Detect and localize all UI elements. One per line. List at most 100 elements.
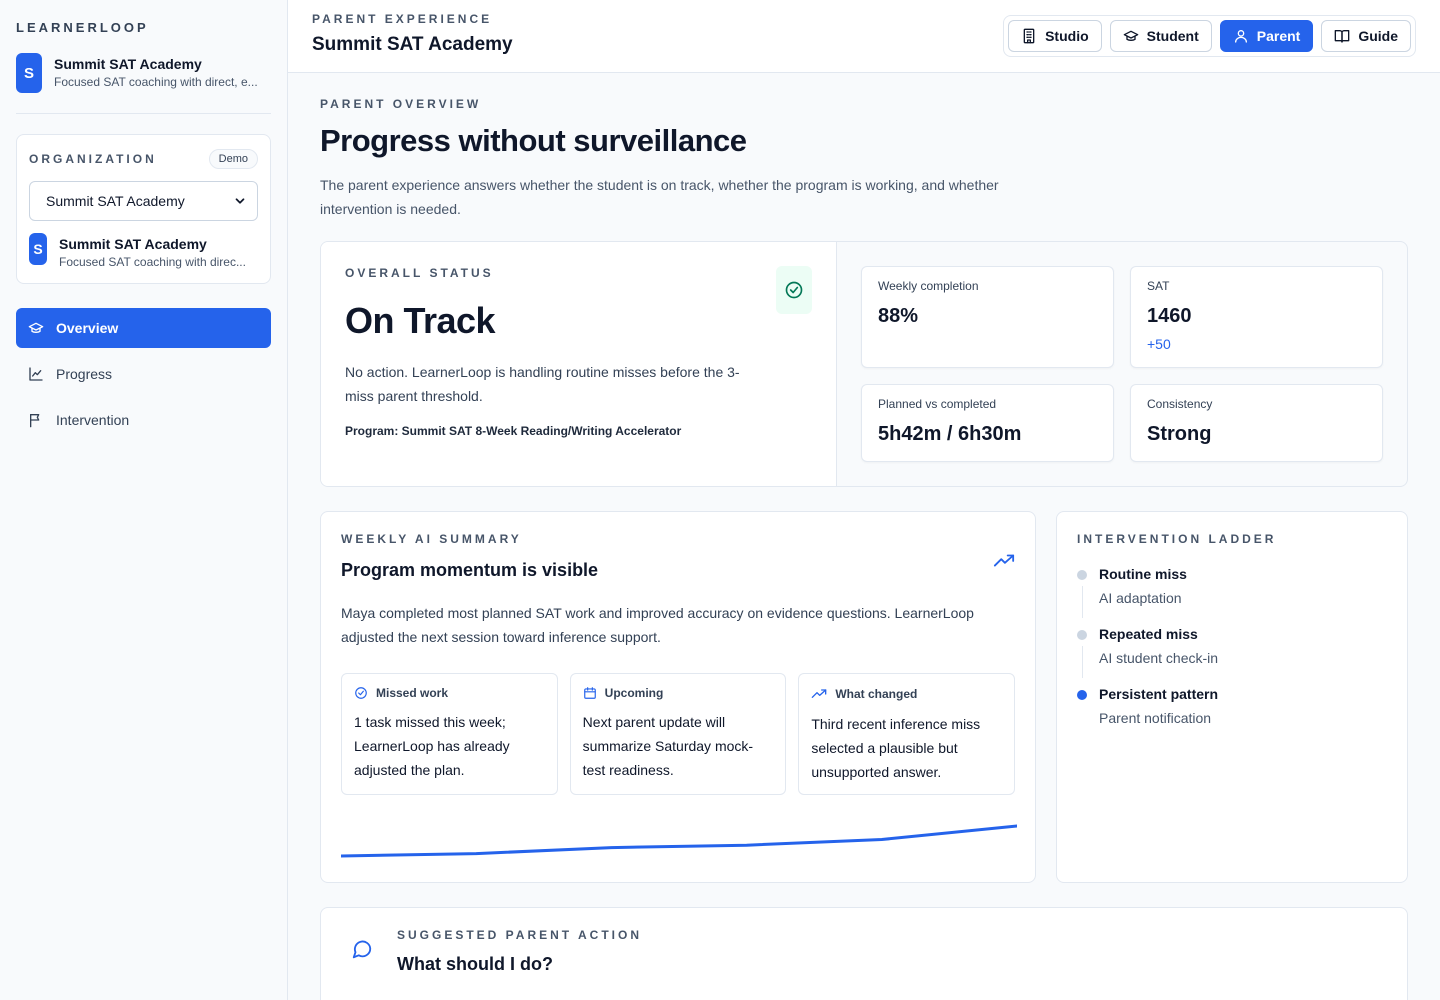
missed-work-text: 1 task missed this week; LearnerLoop has… bbox=[354, 714, 510, 778]
upcoming-text: Next parent update will summarize Saturd… bbox=[582, 714, 754, 778]
trend-up-icon bbox=[812, 689, 827, 698]
metric-label: Planned vs completed bbox=[878, 397, 997, 411]
status-check-badge bbox=[776, 266, 812, 314]
line-chart-icon bbox=[29, 367, 43, 381]
intervention-ladder-label: INTERVENTION LADDER bbox=[1077, 532, 1277, 546]
check-circle-icon bbox=[785, 281, 803, 299]
page-title: Progress without surveillance bbox=[320, 123, 747, 158]
check-circle-icon bbox=[355, 687, 367, 699]
missed-work-label: Missed work bbox=[376, 686, 449, 700]
what-changed-card: What changed Third recent inference miss… bbox=[798, 673, 1016, 795]
sidebar: LEARNERLOOP S Summit SAT Academy Focused… bbox=[0, 0, 288, 1000]
overall-status-label: OVERALL STATUS bbox=[345, 266, 494, 280]
status-panel: OVERALL STATUS On Track No action. Learn… bbox=[320, 241, 1408, 487]
mode-button-label: Studio bbox=[1045, 28, 1089, 44]
org-avatar: S bbox=[16, 53, 42, 93]
metric-value: 88% bbox=[878, 305, 919, 327]
mode-switcher: Studio Student Parent Guide bbox=[1003, 15, 1416, 57]
mode-button-label: Student bbox=[1146, 28, 1199, 44]
metric-label: Consistency bbox=[1147, 397, 1213, 411]
mode-button-guide[interactable]: Guide bbox=[1321, 20, 1411, 52]
sidebar-item-label: Intervention bbox=[56, 412, 130, 428]
ladder-step-dot bbox=[1077, 630, 1087, 640]
sidebar-item-overview[interactable]: Overview bbox=[16, 308, 271, 348]
main-content: PARENT OVERVIEW Progress without surveil… bbox=[288, 73, 1440, 1000]
organization-card: ORGANIZATION Demo Summit SAT Academy S S… bbox=[16, 134, 271, 284]
momentum-sparkline-line bbox=[341, 824, 1017, 858]
summary-detail-cards: Missed work 1 task missed this week; Lea… bbox=[341, 673, 1016, 795]
ladder-step-subtitle: AI student check-in bbox=[1099, 650, 1219, 666]
weekly-summary-label: WEEKLY AI SUMMARY bbox=[341, 532, 522, 546]
demo-badge: Demo bbox=[208, 149, 258, 169]
org-header: S Summit SAT Academy Focused SAT coachin… bbox=[16, 53, 271, 114]
weekly-summary-card: WEEKLY AI SUMMARY Program momentum is vi… bbox=[320, 511, 1036, 883]
message-circle-icon bbox=[352, 940, 372, 959]
weekly-summary-text: Maya completed most planned SAT work and… bbox=[341, 605, 974, 645]
what-changed-text: Third recent inference miss selected a p… bbox=[811, 716, 981, 780]
metric-planned-vs-completed: Planned vs completed 5h42m / 6h30m bbox=[861, 384, 1114, 462]
ladder-step-persistent-pattern: Persistent pattern Parent notification bbox=[1077, 686, 1387, 726]
program-name: Program: Summit SAT 8-Week Reading/Writi… bbox=[345, 424, 682, 438]
ladder-step-subtitle: AI adaptation bbox=[1099, 590, 1182, 606]
sidebar-item-intervention[interactable]: Intervention bbox=[16, 400, 271, 440]
graduation-cap-icon bbox=[1123, 30, 1138, 41]
sidebar-nav: Overview Progress Intervention bbox=[16, 308, 271, 440]
sidebar-item-progress[interactable]: Progress bbox=[16, 354, 271, 394]
metrics-grid: Weekly completion 88% SAT 1460 +50 Plann… bbox=[837, 242, 1407, 486]
suggested-action-label: SUGGESTED PARENT ACTION bbox=[397, 928, 643, 942]
ladder-step-routine-miss: Routine miss AI adaptation bbox=[1077, 566, 1387, 618]
momentum-sparkline bbox=[341, 824, 1017, 858]
trend-up-icon bbox=[993, 554, 1015, 567]
mode-button-student[interactable]: Student bbox=[1109, 20, 1212, 52]
sidebar-item-label: Progress bbox=[56, 366, 113, 382]
org-description: Focused SAT coaching with direct, e... bbox=[54, 75, 258, 89]
missed-work-card: Missed work 1 task missed this week; Lea… bbox=[341, 673, 558, 795]
brand-logo: LEARNERLOOP bbox=[16, 20, 149, 35]
page-subtitle: The parent experience answers whether th… bbox=[320, 177, 999, 217]
weekly-summary-title: Program momentum is visible bbox=[341, 560, 599, 580]
ladder-step-connector bbox=[1082, 586, 1083, 618]
ladder-step-dot-active bbox=[1077, 690, 1087, 700]
organization-select[interactable]: Summit SAT Academy bbox=[29, 181, 258, 221]
metric-value: 1460 bbox=[1147, 305, 1192, 327]
metric-value: Strong bbox=[1147, 423, 1212, 445]
selected-org-avatar: S bbox=[29, 233, 47, 265]
metric-consistency: Consistency Strong bbox=[1130, 384, 1383, 462]
mode-button-label: Parent bbox=[1256, 28, 1301, 44]
selected-org: S Summit SAT Academy Focused SAT coachin… bbox=[29, 233, 258, 269]
metric-value: 5h42m / 6h30m bbox=[878, 423, 1022, 445]
what-changed-label: What changed bbox=[835, 687, 918, 701]
ladder-step-subtitle: Parent notification bbox=[1099, 710, 1212, 726]
ladder-step-dot bbox=[1077, 570, 1087, 580]
ladder-step-title: Routine miss bbox=[1099, 566, 1187, 582]
intervention-ladder-card: INTERVENTION LADDER Routine miss AI adap… bbox=[1056, 511, 1408, 883]
metric-label: Weekly completion bbox=[878, 279, 979, 293]
org-name: Summit SAT Academy bbox=[54, 56, 202, 72]
mode-button-studio[interactable]: Studio bbox=[1008, 20, 1102, 52]
mode-button-parent[interactable]: Parent bbox=[1219, 20, 1314, 52]
metric-label: SAT bbox=[1147, 279, 1170, 293]
graduation-cap-icon bbox=[28, 322, 44, 333]
suggested-action-title: What should I do? bbox=[397, 954, 553, 974]
ladder-step-repeated-miss: Repeated miss AI student check-in bbox=[1077, 626, 1387, 678]
upcoming-card: Upcoming Next parent update will summari… bbox=[569, 673, 787, 795]
organization-label: ORGANIZATION bbox=[29, 152, 157, 166]
overall-status-value: On Track bbox=[345, 300, 496, 341]
ladder-step-title: Persistent pattern bbox=[1099, 686, 1219, 702]
chevron-down-icon bbox=[235, 198, 245, 204]
overall-status-card: OVERALL STATUS On Track No action. Learn… bbox=[321, 242, 837, 486]
top-bar: PARENT EXPERIENCE Summit SAT Academy Stu… bbox=[288, 0, 1440, 73]
organization-select-value: Summit SAT Academy bbox=[46, 193, 185, 209]
book-icon bbox=[1334, 30, 1350, 43]
selected-org-description: Focused SAT coaching with direc... bbox=[59, 255, 246, 269]
suggested-action-card: SUGGESTED PARENT ACTION What should I do… bbox=[320, 907, 1408, 1000]
building-icon bbox=[1023, 28, 1035, 44]
calendar-icon bbox=[583, 687, 596, 699]
ladder-step-connector bbox=[1082, 646, 1083, 678]
metric-delta: +50 bbox=[1147, 336, 1171, 352]
upcoming-label: Upcoming bbox=[604, 686, 664, 700]
metric-sat: SAT 1460 +50 bbox=[1130, 266, 1383, 368]
user-icon bbox=[1234, 30, 1247, 43]
mode-button-label: Guide bbox=[1358, 28, 1398, 44]
overall-status-text: No action. LearnerLoop is handling routi… bbox=[345, 364, 740, 404]
